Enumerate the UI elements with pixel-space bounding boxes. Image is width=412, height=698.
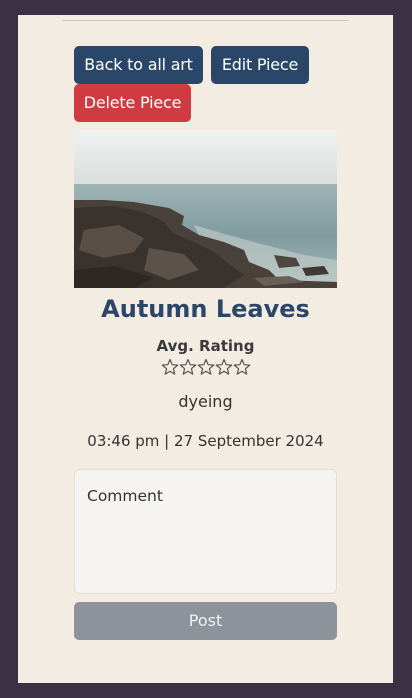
star-icon[interactable] bbox=[233, 358, 251, 378]
delete-piece-button[interactable]: Delete Piece bbox=[74, 84, 191, 122]
star-icon[interactable] bbox=[215, 358, 233, 378]
star-icon[interactable] bbox=[197, 358, 215, 378]
post-button[interactable]: Post bbox=[74, 602, 337, 640]
artwork-image bbox=[74, 130, 337, 288]
divider bbox=[62, 20, 349, 21]
star-icon[interactable] bbox=[161, 358, 179, 378]
back-to-all-art-button[interactable]: Back to all art bbox=[74, 46, 203, 84]
comment-input[interactable] bbox=[74, 469, 337, 594]
star-icon[interactable] bbox=[179, 358, 197, 378]
piece-technique: dyeing bbox=[178, 392, 233, 411]
piece-title: Autumn Leaves bbox=[101, 295, 310, 323]
piece-datetime: 03:46 pm | 27 September 2024 bbox=[87, 432, 324, 450]
edit-piece-button[interactable]: Edit Piece bbox=[211, 46, 309, 84]
art-detail-card: Back to all art Edit Piece Delete Piece bbox=[18, 15, 393, 683]
avg-rating-label: Avg. Rating bbox=[156, 337, 255, 355]
rating-stars[interactable] bbox=[18, 358, 393, 378]
